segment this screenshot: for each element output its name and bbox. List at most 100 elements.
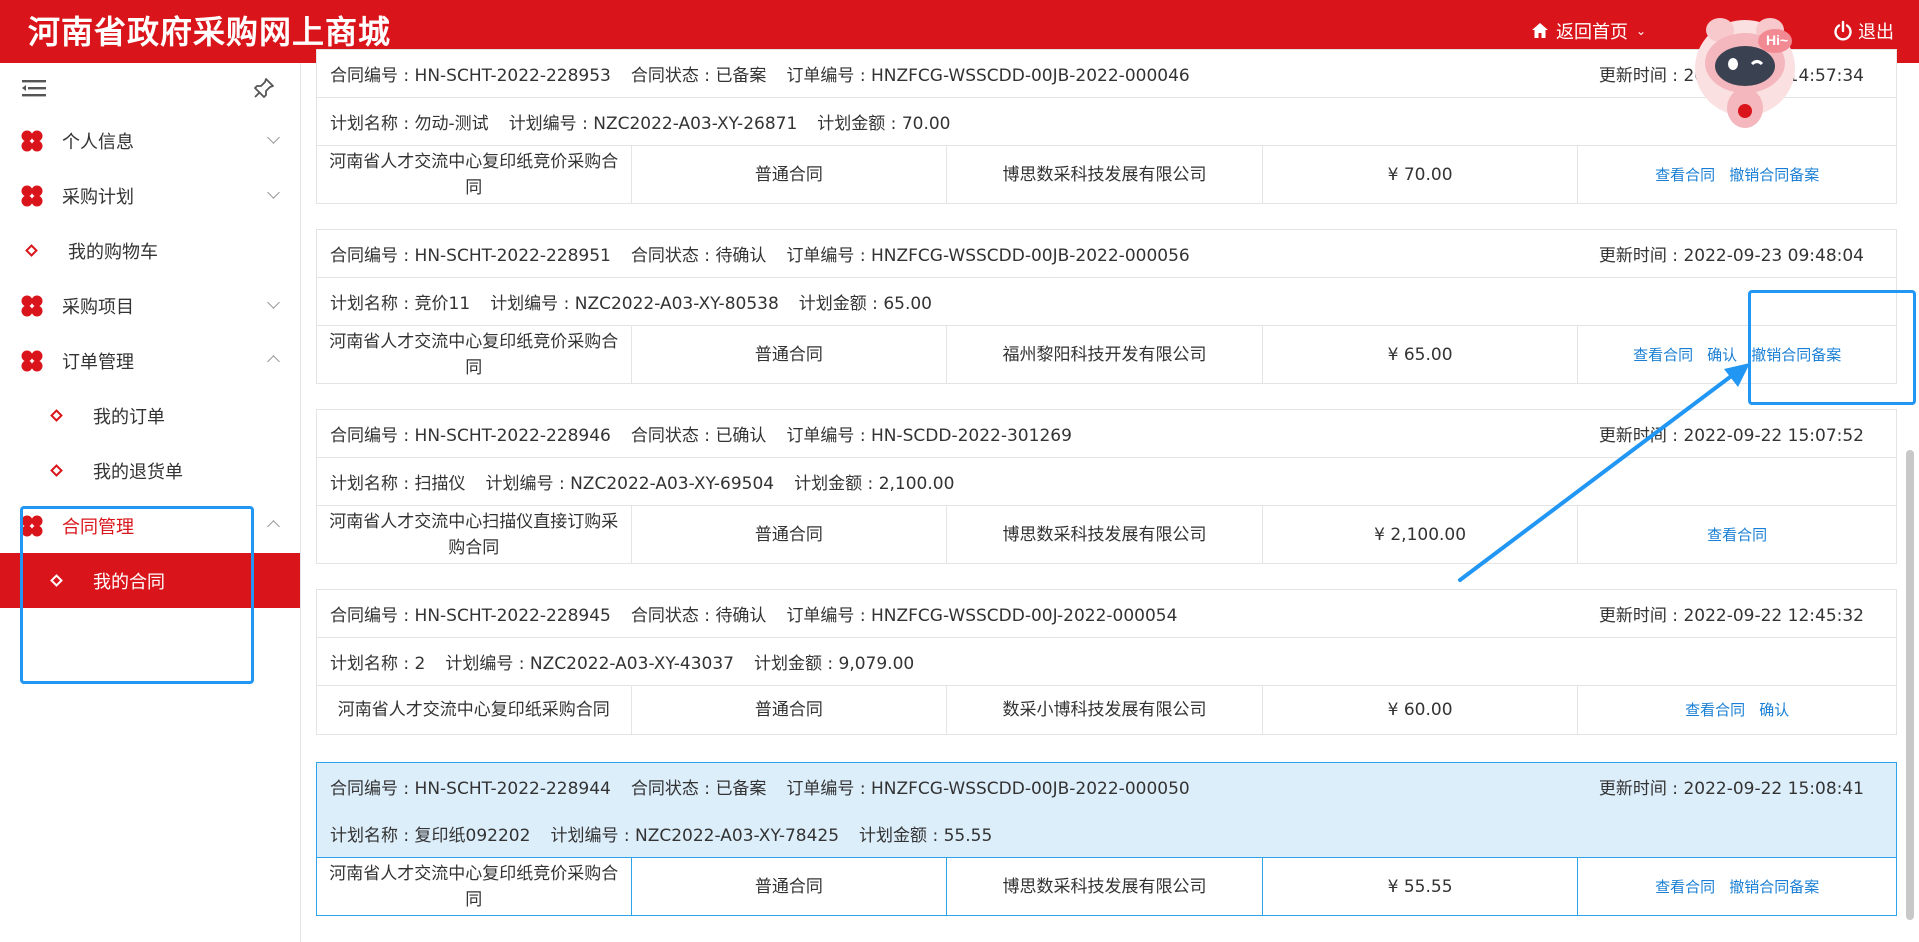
contract-header-row: 合同编号 : HN-SCHT-2022-228951 合同状态 : 待确认 订单… [317, 230, 1896, 278]
plan-no: 计划编号 : NZC2022-A03-XY-69504 [485, 474, 775, 494]
home-link[interactable]: 返回首页 ⌄ [1530, 18, 1646, 44]
order-no: 订单编号 : HNZFCG-WSSCDD-00JB-2022-000046 [786, 66, 1190, 86]
contract-list: 合同编号 : HN-SCHT-2022-228953 合同状态 : 已备案 订单… [316, 49, 1897, 942]
update-time: 更新时间 : 2022-09-22 12:45:32 [1598, 606, 1864, 626]
plan-no: 计划编号 : NZC2022-A03-XY-43037 [445, 654, 734, 674]
contract-amount: ¥ 65.00 [1263, 326, 1579, 383]
contract-type: 普通合同 [632, 326, 948, 383]
sidebar-item-cart[interactable]: 我的购物车 [0, 223, 300, 278]
contract-amount: ¥ 55.55 [1263, 858, 1579, 915]
contract-header-row: 合同编号 : HN-SCHT-2022-228945 合同状态 : 待确认 订单… [317, 590, 1896, 638]
chevron-down-icon [267, 131, 280, 144]
diamond-icon [25, 244, 38, 257]
clover-icon [21, 295, 43, 316]
plan-name: 计划名称 : 竞价11 [330, 294, 471, 314]
confirm-link[interactable]: 确认 [1707, 342, 1737, 368]
sidebar-item-purchase-project[interactable]: 采购项目 [0, 278, 300, 333]
clover-icon [21, 515, 43, 536]
contract-detail-row: 河南省人才交流中心复印纸竞价采购合同 普通合同 福州黎阳科技开发有限公司 ¥ 6… [317, 326, 1896, 383]
contract-type: 普通合同 [632, 686, 948, 734]
order-no: 订单编号 : HNZFCG-WSSCDD-00J-2022-000054 [786, 606, 1178, 626]
contract-status: 合同状态 : 待确认 [630, 606, 767, 626]
logout-label: 退出 [1858, 22, 1894, 43]
clover-icon [21, 130, 43, 151]
plan-no: 计划编号 : NZC2022-A03-XY-80538 [490, 294, 779, 314]
home-icon [1532, 23, 1548, 38]
sidebar-item-personal-info[interactable]: 个人信息 [0, 113, 300, 168]
plan-amount: 计划金额 : 70.00 [817, 114, 951, 134]
contract-card: 合同编号 : HN-SCHT-2022-228945 合同状态 : 待确认 订单… [316, 589, 1897, 735]
sidebar-item-order-management[interactable]: 订单管理 [0, 333, 300, 388]
mascot-bubble-text: Hi~ [1766, 32, 1789, 48]
contract-header-row: 合同编号 : HN-SCHT-2022-228944 合同状态 : 已备案 订单… [317, 763, 1896, 810]
supplier-name: 博思数采科技发展有限公司 [947, 506, 1263, 563]
plan-no: 计划编号 : NZC2022-A03-XY-26871 [508, 114, 798, 134]
view-contract-link[interactable]: 查看合同 [1655, 874, 1715, 900]
revoke-filing-link[interactable]: 撤销合同备案 [1729, 874, 1819, 900]
order-no: 订单编号 : HNZFCG-WSSCDD-00JB-2022-000050 [786, 779, 1190, 799]
sidebar-item-my-contracts[interactable]: 我的合同 [0, 553, 300, 608]
robot-icon [1695, 18, 1795, 128]
menu-collapse-icon[interactable] [22, 78, 46, 98]
plan-amount: 计划金额 : 55.55 [859, 826, 993, 846]
contract-card: 合同编号 : HN-SCHT-2022-228951 合同状态 : 待确认 订单… [316, 229, 1897, 384]
contract-type: 普通合同 [632, 146, 948, 203]
contract-name: 河南省人才交流中心复印纸采购合同 [317, 686, 632, 734]
chevron-up-icon [267, 355, 280, 368]
plan-row: 计划名称 : 竞价11 计划编号 : NZC2022-A03-XY-80538 … [317, 278, 1896, 326]
sidebar-item-contract-management[interactable]: 合同管理 [0, 498, 300, 553]
sidebar-item-label: 我的订单 [93, 406, 165, 428]
confirm-link[interactable]: 确认 [1759, 697, 1789, 723]
contract-status: 合同状态 : 待确认 [630, 246, 767, 266]
plan-amount: 计划金额 : 2,100.00 [794, 474, 955, 494]
actions-cell: 查看合同 确认 [1578, 686, 1896, 734]
supplier-name: 福州黎阳科技开发有限公司 [947, 326, 1263, 383]
plan-row: 计划名称 : 2 计划编号 : NZC2022-A03-XY-43037 计划金… [317, 638, 1896, 686]
revoke-filing-link[interactable]: 撤销合同备案 [1729, 162, 1819, 188]
contract-name: 河南省人才交流中心扫描仪直接订购采购合同 [317, 506, 632, 563]
scrollbar-thumb[interactable] [1906, 450, 1914, 920]
logout-link[interactable]: 退出 [1832, 18, 1894, 44]
plan-no: 计划编号 : NZC2022-A03-XY-78425 [550, 826, 840, 846]
revoke-filing-link[interactable]: 撤销合同备案 [1751, 342, 1841, 368]
contract-no: 合同编号 : HN-SCHT-2022-228951 [330, 246, 611, 266]
contract-name: 河南省人才交流中心复印纸竞价采购合同 [317, 858, 632, 915]
plan-amount: 计划金额 : 65.00 [798, 294, 932, 314]
chevron-down-icon [267, 296, 280, 309]
contract-header-row: 合同编号 : HN-SCHT-2022-228946 合同状态 : 已确认 订单… [317, 410, 1896, 458]
view-contract-link[interactable]: 查看合同 [1633, 342, 1693, 368]
contract-status: 合同状态 : 已备案 [630, 66, 767, 86]
contract-no: 合同编号 : HN-SCHT-2022-228953 [330, 66, 611, 86]
plan-name: 计划名称 : 扫描仪 [330, 474, 466, 494]
view-contract-link[interactable]: 查看合同 [1685, 697, 1745, 723]
contract-amount: ¥ 2,100.00 [1263, 506, 1579, 563]
contract-detail-row: 河南省人才交流中心扫描仪直接订购采购合同 普通合同 博思数采科技发展有限公司 ¥… [317, 506, 1896, 563]
view-contract-link[interactable]: 查看合同 [1707, 522, 1767, 548]
contract-type: 普通合同 [632, 506, 948, 563]
sidebar: 个人信息 采购计划 我的购物车 采购项目 订单管理 我的订单 我的退货单 合同管… [0, 63, 301, 942]
view-contract-link[interactable]: 查看合同 [1655, 162, 1715, 188]
site-title[interactable]: 河南省政府采购网上商城 [28, 10, 391, 54]
sidebar-item-label: 采购计划 [62, 186, 134, 208]
sidebar-item-label: 合同管理 [62, 516, 134, 538]
order-no: 订单编号 : HN-SCDD-2022-301269 [786, 426, 1072, 446]
sidebar-item-my-returns[interactable]: 我的退货单 [0, 443, 300, 498]
assistant-robot-mascot[interactable]: Hi~ [1690, 8, 1800, 136]
supplier-name: 数采小博科技发展有限公司 [947, 686, 1263, 734]
contract-card: 合同编号 : HN-SCHT-2022-228944 合同状态 : 已备案 订单… [316, 762, 1897, 916]
sidebar-item-my-orders[interactable]: 我的订单 [0, 388, 300, 443]
contract-detail-row: 河南省人才交流中心复印纸采购合同 普通合同 数采小博科技发展有限公司 ¥ 60.… [317, 686, 1896, 734]
sidebar-item-purchase-plan[interactable]: 采购计划 [0, 168, 300, 223]
clover-icon [21, 185, 43, 206]
pin-icon[interactable] [252, 76, 276, 100]
plan-name: 计划名称 : 2 [330, 654, 426, 674]
sidebar-item-label: 采购项目 [62, 296, 134, 318]
contract-name: 河南省人才交流中心复印纸竞价采购合同 [317, 326, 632, 383]
contract-no: 合同编号 : HN-SCHT-2022-228946 [330, 426, 611, 446]
plan-row: 计划名称 : 勿动-测试 计划编号 : NZC2022-A03-XY-26871… [317, 98, 1896, 146]
chevron-down-icon: ⌄ [1636, 24, 1647, 38]
diamond-icon [50, 409, 63, 422]
contract-amount: ¥ 70.00 [1263, 146, 1579, 203]
sidebar-toolbar [0, 63, 300, 113]
sidebar-item-label: 我的购物车 [68, 241, 158, 263]
